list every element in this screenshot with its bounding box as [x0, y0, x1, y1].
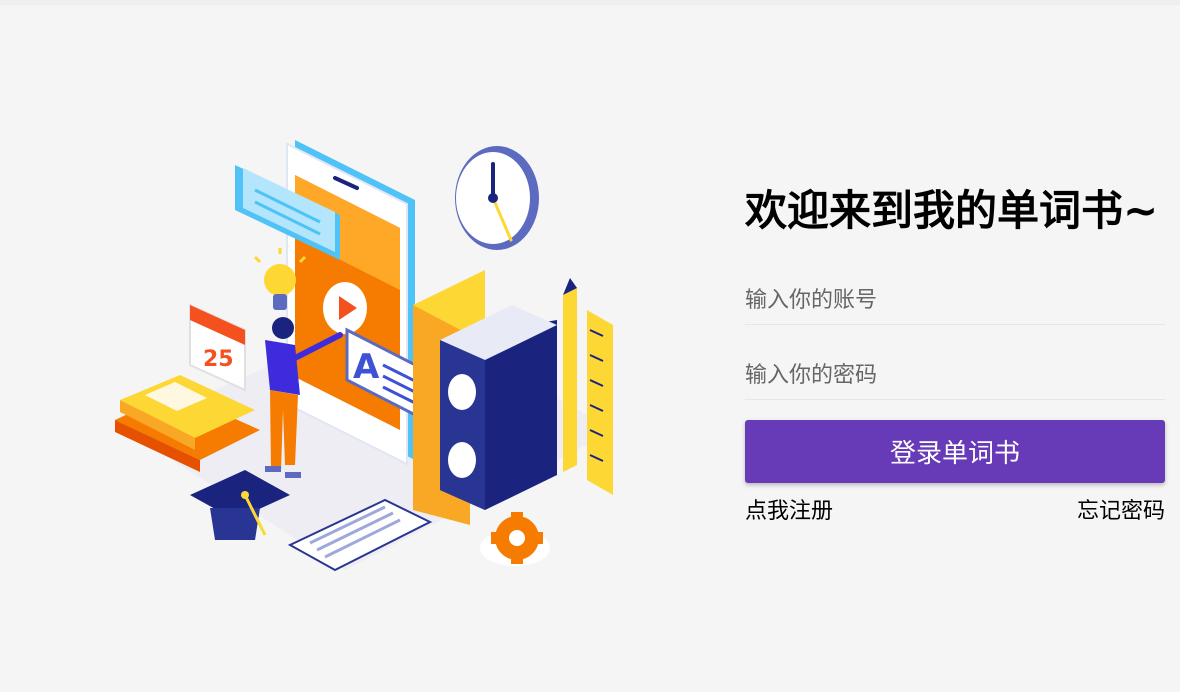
top-strip: [0, 0, 1180, 5]
clock-icon: [455, 146, 539, 250]
calendar-icon: 25: [189, 303, 246, 392]
gear-icon: [480, 512, 550, 566]
forgot-password-link[interactable]: 忘记密码: [1077, 493, 1165, 525]
register-link[interactable]: 点我注册: [745, 493, 833, 525]
calendar-number: 25: [203, 347, 234, 372]
login-form: 欢迎来到我的单词书~ 登录单词书 点我注册 忘记密码: [745, 180, 1165, 525]
page-title: 欢迎来到我的单词书~: [745, 186, 1159, 235]
ruler-icon: [587, 310, 613, 495]
education-illustration: A 25: [115, 140, 615, 572]
upright-books-icon: [413, 270, 557, 525]
login-page: A 25 欢迎来到我的单词书~ 输入你的账号 登录单词书 点我注册 忘记密码: [0, 0, 1180, 692]
password-input[interactable]: [745, 353, 1165, 397]
svg-text:A: A: [353, 347, 380, 387]
play-bubble-icon: [323, 282, 367, 334]
pencil-icon: [563, 278, 577, 472]
password-field-wrapper: [745, 353, 1165, 400]
login-button[interactable]: 登录单词书: [745, 420, 1165, 483]
form-links: 点我注册 忘记密码: [745, 493, 1165, 525]
account-input[interactable]: [745, 278, 1165, 322]
account-field-wrapper: [745, 278, 1165, 325]
